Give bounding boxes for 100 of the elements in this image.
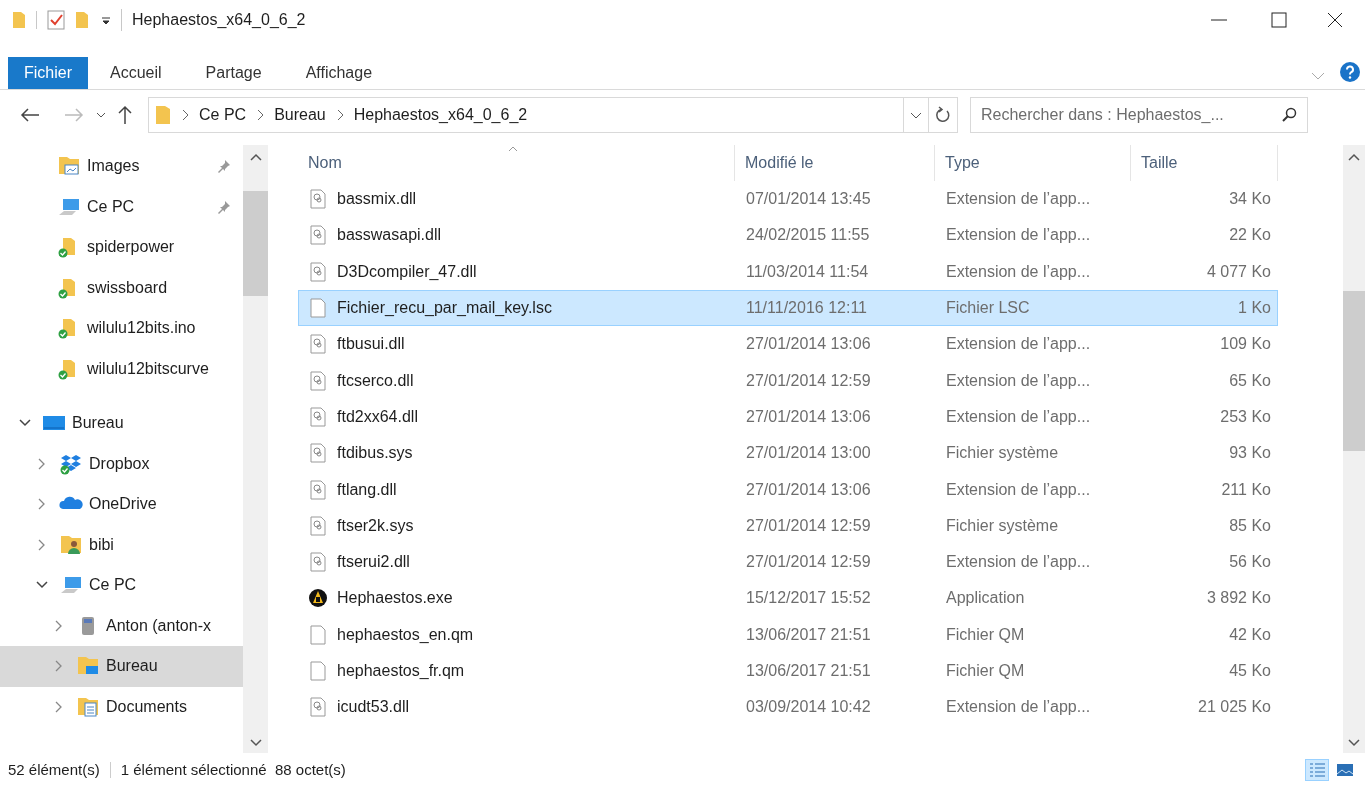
file-row[interactable]: ftdibus.sys 27/01/2014 13:00 Fichier système 93 Ko: [298, 435, 1278, 472]
file-name: ftlang.dll: [337, 479, 397, 500]
date-cell-text: 11/11/2016 12:11: [746, 298, 867, 319]
help-icon[interactable]: [1339, 61, 1361, 83]
file-row[interactable]: ftbusui.dll 27/01/2014 13:06 Extension de l’app... 109 Ko: [298, 326, 1278, 363]
file-name: icudt53.dll: [337, 697, 410, 718]
blank-file-icon: [309, 298, 327, 319]
dll-file-icon: [309, 552, 327, 573]
tree-item[interactable]: Bureau: [0, 403, 243, 444]
sidebar-item[interactable]: Images: [0, 146, 243, 187]
type-cell-text: Fichier système: [946, 515, 1059, 536]
folder-icon: [155, 104, 171, 126]
dll-file-icon: [309, 334, 327, 355]
column-header[interactable]: Modifié le: [735, 145, 935, 181]
sidebar-item[interactable]: wilulu12bits.ino: [0, 308, 243, 349]
tree-item[interactable]: OneDrive: [0, 484, 243, 525]
file-row[interactable]: Hephaestos.exe 15/12/2017 15:52 Application 3 892 Ko: [298, 580, 1278, 617]
search-field[interactable]: Rechercher dans : Hephaestos_...: [981, 103, 1281, 127]
sidebar-item[interactable]: wilulu12bitscurve: [0, 348, 243, 389]
size-cell-text: 3 892 Ko: [1206, 588, 1271, 609]
details-view-icon: [1307, 760, 1327, 780]
chevron-down-icon[interactable]: [96, 111, 106, 119]
type-cell-text: Application: [946, 588, 1025, 609]
file-row[interactable]: ftserui2.dll 27/01/2014 12:59 Extension de l’app... 56 Ko: [298, 543, 1278, 581]
file-name: Fichier_recu_par_mail_key.lsc: [337, 298, 552, 319]
type-cell-text: Extension de l’app...: [946, 334, 1091, 355]
date-cell-text: 27/01/2014 12:59: [746, 552, 871, 573]
back-arrow-icon[interactable]: [20, 108, 40, 122]
sidebar-item[interactable]: spiderpower: [0, 227, 243, 268]
scroll-down-icon[interactable]: [1348, 739, 1360, 747]
tree-item[interactable]: Bureau: [0, 646, 243, 687]
scrollbar[interactable]: [1343, 145, 1365, 753]
scroll-up-icon[interactable]: [1348, 153, 1360, 161]
file-row[interactable]: D3Dcompiler_47.dll 11/03/2014 11:54 Extension de l’app... 4 077 Ko: [298, 253, 1278, 290]
date-cell-text: 24/02/2015 11:55: [746, 225, 870, 246]
file-row[interactable]: hephaestos_en.qm 13/06/2017 21:51 Fichier QM 42 Ko: [298, 616, 1278, 653]
file-row[interactable]: basswasapi.dll 24/02/2015 11:55 Extension de l’app... 22 Ko: [298, 217, 1278, 254]
size-cell-text: 21 025 Ko: [1198, 697, 1271, 718]
dropdown-icon[interactable]: [101, 15, 111, 25]
refresh-icon[interactable]: [935, 106, 951, 124]
sidebar-item[interactable]: swissboard: [0, 267, 243, 308]
dll-file-icon: [309, 261, 327, 282]
blank-file-icon: [309, 624, 327, 645]
maximize-icon[interactable]: [1269, 10, 1289, 30]
pin-icon[interactable]: [217, 159, 231, 174]
file-row[interactable]: ftser2k.sys 27/01/2014 12:59 Fichier système 85 Ko: [298, 507, 1278, 544]
pin-icon[interactable]: [217, 199, 231, 214]
file-row[interactable]: Fichier_recu_par_mail_key.lsc 11/11/2016 12:11 Fichier LSC 1 Ko: [298, 289, 1278, 327]
item-count: 52 élément(s): [8, 759, 100, 780]
window-title: Hephaestos_x64_0_6_2: [132, 10, 306, 30]
ribbon-tab[interactable]: Partage: [183, 57, 284, 89]
type-cell-text: Extension de l’app...: [946, 697, 1091, 718]
search-icon[interactable]: [1281, 107, 1297, 123]
tree-item[interactable]: bibi: [0, 524, 243, 565]
breadcrumb-link[interactable]: Hephaestos_x64_0_6_2: [353, 103, 528, 127]
file-row[interactable]: ftcserco.dll 27/01/2014 12:59 Extension de l’app... 65 Ko: [298, 362, 1278, 399]
column-header[interactable]: Type: [935, 145, 1131, 181]
breadcrumb-link[interactable]: Bureau: [274, 103, 326, 127]
sidebar-item[interactable]: Ce PC: [0, 186, 243, 227]
up-arrow-icon[interactable]: [118, 105, 132, 125]
close-icon[interactable]: [1325, 10, 1345, 30]
tree-item[interactable]: Ce PC: [0, 565, 243, 606]
date-cell-text: 27/01/2014 13:06: [746, 479, 871, 500]
file-name: hephaestos_fr.qm: [337, 661, 465, 681]
ribbon-tab[interactable]: Accueil: [88, 57, 184, 89]
chevron-right-icon: [335, 109, 344, 121]
chevron-right-icon: [256, 109, 265, 121]
chevron-down-icon[interactable]: [910, 111, 922, 119]
file-row[interactable]: hephaestos_fr.qm 13/06/2017 21:51 Fichier QM 45 Ko: [298, 652, 1278, 690]
size-cell-text: 1 Ko: [1238, 298, 1271, 319]
date-cell-text: 27/01/2014 12:59: [746, 515, 871, 536]
file-row[interactable]: ftd2xx64.dll 27/01/2014 13:06 Extension de l’app... 253 Ko: [298, 398, 1278, 436]
type-cell-text: Extension de l’app...: [946, 225, 1091, 246]
size-cell-text: 253 Ko: [1220, 406, 1271, 427]
date-cell-text: 13/06/2017 21:51: [746, 661, 871, 681]
size-cell-text: 85 Ko: [1229, 515, 1271, 536]
ribbon-tab[interactable]: Fichier: [8, 57, 88, 89]
scroll-thumb[interactable]: [243, 191, 268, 296]
column-header[interactable]: Nom: [298, 145, 735, 181]
file-row[interactable]: icudt53.dll 03/09/2014 10:42 Extension de l’app... 21 025 Ko: [298, 689, 1278, 726]
file-row[interactable]: bassmix.dll 07/01/2014 13:45 Extension de l’app... 34 Ko: [298, 181, 1278, 218]
dll-file-icon: [309, 370, 327, 391]
date-cell-text: 11/03/2014 11:54: [746, 261, 869, 282]
search-box[interactable]: Rechercher dans : Hephaestos_...: [970, 97, 1308, 133]
tree-item[interactable]: Documents: [0, 686, 243, 727]
scroll-down-icon[interactable]: [249, 739, 262, 747]
tree-item[interactable]: Anton (anton-x: [0, 605, 243, 646]
scrollbar[interactable]: [243, 145, 268, 753]
file-row[interactable]: ftlang.dll 27/01/2014 13:06 Extension de l’app... 211 Ko: [298, 471, 1278, 508]
tree-item[interactable]: Dropbox: [0, 443, 243, 484]
dll-file-icon: [309, 443, 327, 464]
address-bar[interactable]: Ce PC Bureau Hephaestos_x64_0_6_2: [148, 97, 904, 133]
chevron-right-icon: [181, 109, 189, 121]
scroll-up-icon[interactable]: [249, 153, 262, 161]
forward-arrow-icon[interactable]: [64, 108, 84, 122]
ribbon-tab[interactable]: Affichage: [283, 57, 395, 89]
column-header[interactable]: Taille: [1131, 145, 1278, 181]
scroll-thumb[interactable]: [1343, 291, 1365, 451]
breadcrumb-link[interactable]: Ce PC: [199, 103, 247, 127]
properties-icon[interactable]: [47, 10, 65, 30]
